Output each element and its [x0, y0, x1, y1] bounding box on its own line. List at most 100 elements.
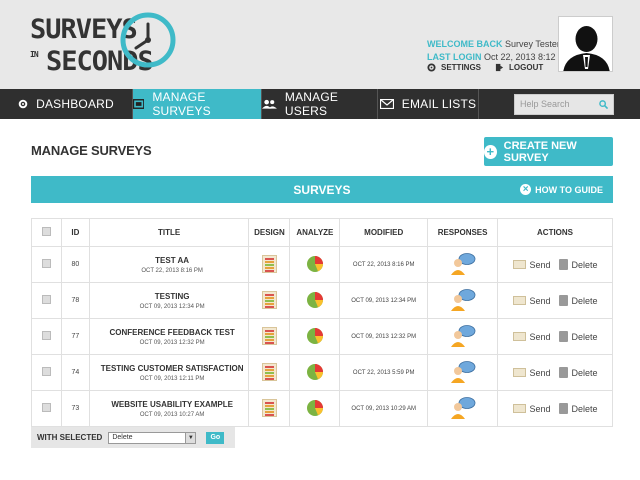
help-search-input[interactable]: Help Search [514, 93, 614, 115]
select-all-header [31, 218, 62, 247]
nav-manage-surveys[interactable]: MANAGE SURVEYS [133, 89, 262, 119]
bulk-action-select[interactable]: Delete ▼ [108, 431, 197, 444]
logo[interactable]: SURVEYS IN SECONDS [30, 10, 176, 80]
design-icon[interactable] [261, 290, 277, 309]
design-icon[interactable] [261, 254, 277, 273]
create-survey-button[interactable]: + CREATE NEW SURVEY [484, 137, 613, 166]
user-links: SETTINGS LOGOUT [427, 63, 543, 72]
col-design: DESIGN [248, 218, 291, 247]
survey-icon [133, 99, 145, 109]
send-link[interactable]: Send [530, 296, 551, 306]
nav-dashboard-label: DASHBOARD [36, 97, 114, 111]
clock-icon [120, 12, 176, 68]
analyze-pie-icon[interactable] [306, 399, 324, 417]
survey-title[interactable]: WEBSITE USABILITY EXAMPLE [96, 400, 249, 409]
nav-manage-users[interactable]: MANAGE USERS [262, 89, 378, 119]
row-responses-cell [427, 282, 499, 319]
users-icon [262, 99, 277, 109]
select-all-checkbox[interactable] [41, 227, 51, 236]
send-link[interactable]: Send [530, 368, 551, 378]
row-title-cell[interactable]: TEST AA OCT 22, 2013 8:16 PM [88, 246, 250, 283]
send-link[interactable]: Send [530, 404, 551, 414]
logo-small: IN [30, 50, 39, 59]
table-row: 73 WEBSITE USABILITY EXAMPLE OCT 09, 2013 … [31, 390, 613, 427]
settings-label: SETTINGS [441, 63, 482, 72]
design-icon[interactable] [261, 398, 277, 417]
row-id: 77 [60, 318, 90, 355]
page-title: MANAGE SURVEYS [31, 143, 152, 158]
row-id: 74 [60, 354, 90, 391]
analyze-pie-icon[interactable] [306, 327, 324, 345]
send-envelope-icon[interactable] [512, 404, 526, 413]
responses-icon[interactable] [450, 396, 476, 419]
trash-icon[interactable] [558, 259, 568, 270]
row-checkbox[interactable] [41, 331, 51, 340]
how-to-guide-link[interactable]: × HOW TO GUIDE [520, 184, 603, 195]
avatar[interactable] [558, 16, 613, 72]
row-responses-cell [427, 354, 499, 391]
design-icon[interactable] [261, 326, 277, 345]
go-button[interactable]: Go [206, 431, 225, 444]
row-design-cell [248, 390, 291, 427]
row-title-cell[interactable]: TESTING OCT 09, 2013 12:34 PM [88, 282, 250, 319]
row-analyze-cell [289, 318, 341, 355]
row-checkbox[interactable] [41, 295, 51, 304]
header: SURVEYS IN SECONDS WELCOME BACK Survey T… [0, 0, 640, 89]
design-icon[interactable] [261, 362, 277, 381]
bulk-actions: WITH SELECTED Delete ▼ Go [31, 427, 235, 448]
delete-link[interactable]: Delete [572, 260, 598, 270]
logout-link[interactable]: LOGOUT [495, 63, 543, 72]
row-actions: Send Delete [498, 403, 612, 414]
row-actions: Send Delete [498, 331, 612, 342]
row-checkbox[interactable] [41, 259, 51, 268]
gear-icon [427, 63, 436, 72]
send-envelope-icon[interactable] [512, 368, 526, 377]
analyze-pie-icon[interactable] [306, 291, 324, 309]
trash-icon[interactable] [558, 331, 568, 342]
surveys-panel-header: SURVEYS × HOW TO GUIDE [31, 176, 613, 203]
responses-icon[interactable] [450, 324, 476, 347]
trash-icon[interactable] [558, 367, 568, 378]
send-link[interactable]: Send [530, 260, 551, 270]
send-envelope-icon[interactable] [512, 332, 526, 341]
settings-link[interactable]: SETTINGS [427, 63, 481, 72]
table-header-row: ID TITLE DESIGN ANALYZE MODIFIED RESPONS… [31, 218, 613, 247]
trash-icon[interactable] [558, 295, 568, 306]
delete-link[interactable]: Delete [572, 332, 598, 342]
row-actions-cell: Send Delete [497, 282, 613, 319]
responses-icon[interactable] [450, 252, 476, 275]
row-checkbox[interactable] [41, 403, 51, 412]
row-select-cell [31, 318, 62, 355]
nav-email-lists[interactable]: EMAIL LISTS [378, 89, 479, 119]
responses-icon[interactable] [450, 360, 476, 383]
row-title-cell[interactable]: CONFERENCE FEEDBACK TEST OCT 09, 2013 12:… [88, 318, 250, 355]
row-actions: Send Delete [498, 259, 612, 270]
send-link[interactable]: Send [530, 332, 551, 342]
survey-title[interactable]: TESTING [96, 292, 249, 301]
row-responses-cell [427, 246, 499, 283]
search-icon[interactable] [599, 99, 608, 109]
survey-title[interactable]: CONFERENCE FEEDBACK TEST [96, 328, 249, 337]
row-title-cell[interactable]: TESTING CUSTOMER SATISFACTION OCT 09, 201… [88, 354, 250, 391]
analyze-pie-icon[interactable] [306, 363, 324, 381]
nav-manage-surveys-label: MANAGE SURVEYS [152, 90, 211, 118]
row-checkbox[interactable] [41, 367, 51, 376]
responses-icon[interactable] [450, 288, 476, 311]
delete-link[interactable]: Delete [572, 296, 598, 306]
nav-dashboard[interactable]: DASHBOARD [0, 89, 133, 119]
delete-link[interactable]: Delete [572, 368, 598, 378]
analyze-pie-icon[interactable] [306, 255, 324, 273]
row-responses-cell [427, 318, 499, 355]
delete-link[interactable]: Delete [572, 404, 598, 414]
survey-created-date: OCT 09, 2013 12:11 PM [139, 375, 205, 382]
survey-created-date: OCT 22, 2013 8:16 PM [141, 267, 203, 274]
nav-manage-users-label: MANAGE USERS [284, 90, 339, 118]
survey-title[interactable]: TEST AA [96, 256, 249, 265]
survey-title[interactable]: TESTING CUSTOMER SATISFACTION [96, 364, 249, 373]
send-envelope-icon[interactable] [512, 260, 526, 269]
row-title-cell[interactable]: WEBSITE USABILITY EXAMPLE OCT 09, 2013 10… [88, 390, 250, 427]
col-modified: MODIFIED [339, 218, 429, 247]
trash-icon[interactable] [558, 403, 568, 414]
send-envelope-icon[interactable] [512, 296, 526, 305]
row-actions: Send Delete [498, 367, 612, 378]
